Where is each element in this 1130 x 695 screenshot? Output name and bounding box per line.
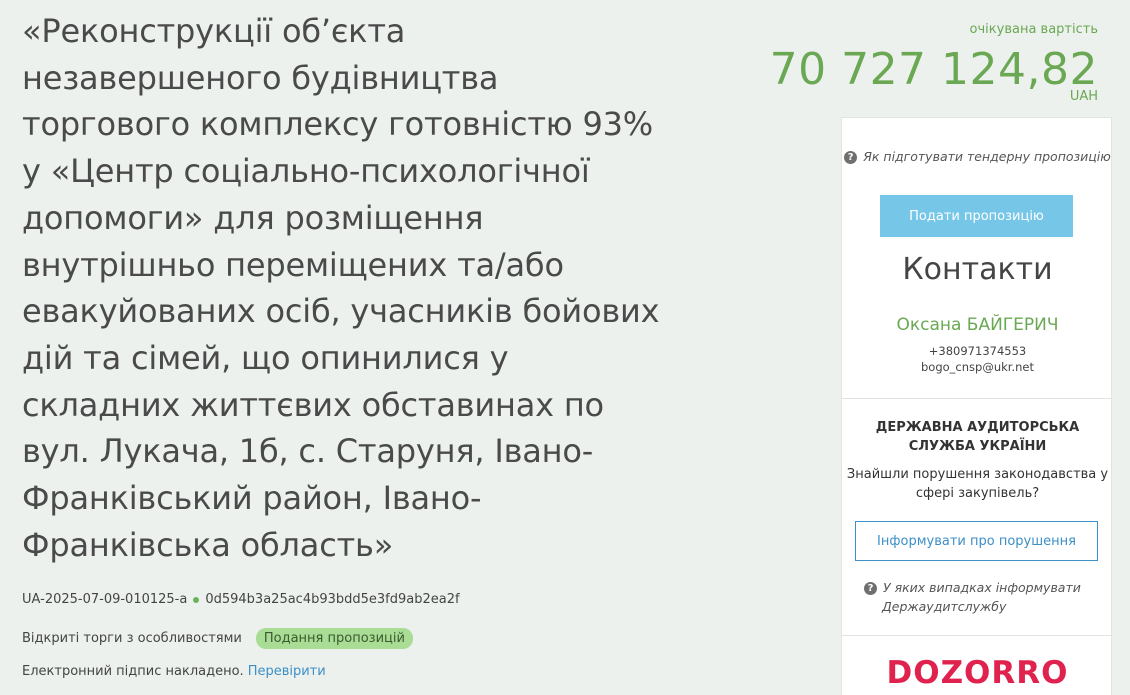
submit-bid-button[interactable]: Подати пропозицію: [880, 195, 1073, 237]
tender-hash: 0d594b3a25ac4b93bdd5e3fd9ab2ea2f: [205, 592, 460, 607]
tender-id: UA-2025-07-09-010125-a: [22, 592, 188, 607]
when-to-inform-line2[interactable]: Держаудитслужбу: [864, 597, 1104, 616]
verify-signature-link[interactable]: Перевірити: [248, 664, 326, 679]
tender-page: «Реконструкції об’єкта незавершеного буд…: [0, 0, 1130, 695]
audit-service-title: ДЕРЖАВНА АУДИТОРСЬКА СЛУЖБА УКРАЇНИ: [875, 420, 1080, 454]
contacts-title: Контакти: [902, 252, 1053, 287]
when-to-inform-link[interactable]: ? У яких випадках інформувати Держаудитсл…: [864, 578, 1104, 616]
signature-line: Електронний підпис накладено. Перевірити: [22, 664, 326, 679]
question-circle-icon: ?: [844, 151, 858, 164]
audit-question: Знайшли порушення законодавства у сфері …: [846, 467, 1109, 501]
procedure-type: Відкриті торги з особливостями: [22, 631, 242, 646]
sidebar-panel: ? Як підготувати тендерну пропозицію Пода…: [841, 117, 1113, 695]
expected-price: 70 727 124,82: [769, 44, 1098, 95]
when-to-inform-line1[interactable]: У яких випадках інформувати: [883, 580, 1081, 595]
tender-title: «Реконструкції об’єкта незавершеного буд…: [22, 12, 660, 564]
procedure-line: Відкриті торги з особливостями Подання п…: [22, 628, 413, 649]
contact-email[interactable]: bogo_cnsp@ukr.net: [842, 360, 1113, 374]
contact-phone[interactable]: +380971374553: [842, 344, 1113, 358]
price-currency: UAH: [1069, 89, 1098, 104]
divider: [842, 635, 1113, 636]
status-badge: Подання пропозицій: [255, 628, 413, 649]
question-circle-icon: ?: [864, 582, 877, 595]
how-to-prepare-text[interactable]: Як підготувати тендерну пропозицію: [863, 149, 1111, 164]
tender-meta: UA-2025-07-09-010125-a 0d594b3a25ac4b93b…: [22, 592, 460, 607]
price-label: очікувана вартість: [969, 22, 1098, 37]
how-to-prepare-link[interactable]: ? Як підготувати тендерну пропозицію: [842, 146, 1113, 167]
dozorro-logo[interactable]: DOZORRO: [842, 655, 1113, 691]
green-dot-icon: [193, 596, 200, 603]
divider: [842, 398, 1113, 399]
report-violation-button[interactable]: Інформувати про порушення: [855, 521, 1098, 561]
signature-text: Електронний підпис накладено.: [22, 664, 244, 679]
contact-name: Оксана БАЙГЕРИЧ: [896, 315, 1059, 335]
